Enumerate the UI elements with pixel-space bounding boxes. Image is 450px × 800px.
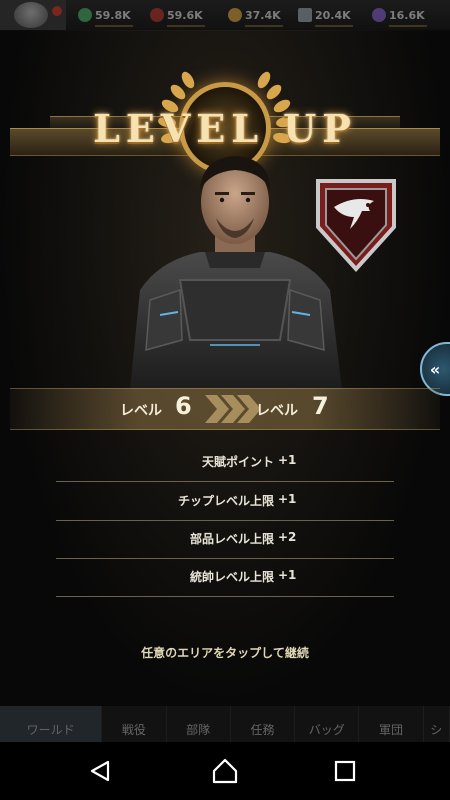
stat-value: +2 xyxy=(278,530,297,544)
stat-row: 天賦ポイント +1 xyxy=(56,443,394,482)
resource-oil[interactable]: 37.4K xyxy=(228,5,283,27)
double-chevron-left-icon: « xyxy=(429,359,441,379)
tap-to-continue-hint: 任意のエリアをタップして継続 xyxy=(141,646,309,660)
resource-alloy[interactable]: 16.6K xyxy=(372,5,427,27)
nav-legion[interactable]: 軍団 xyxy=(359,706,424,742)
resource-meat[interactable]: 59.6K xyxy=(150,5,205,27)
stat-name: 統帥レベル上限 xyxy=(189,570,274,584)
stat-value: +1 xyxy=(278,492,297,506)
nav-missions[interactable]: 任務 xyxy=(231,706,296,742)
green-crystal-icon xyxy=(78,8,92,22)
game-screen[interactable]: 59.8K 59.6K 37.4K 20.4K 16.6K LEVEL UP «… xyxy=(0,0,450,800)
resource-value: 59.8K xyxy=(95,8,131,22)
system-nav-bar xyxy=(0,742,450,800)
eagle-rank-badge-icon xyxy=(316,179,396,272)
avatar-portrait xyxy=(14,2,48,28)
stat-name: 部品レベル上限 xyxy=(189,532,274,546)
nav-world[interactable]: ワールド xyxy=(0,706,103,742)
player-avatar[interactable] xyxy=(0,0,66,30)
nav-more[interactable]: シ xyxy=(424,706,450,742)
level-change-strip: レベル 6 レベル 7 xyxy=(10,388,440,430)
to-level-value: 7 xyxy=(312,392,329,420)
nav-campaign[interactable]: 戦役 xyxy=(102,706,167,742)
red-meat-icon xyxy=(150,8,164,22)
resource-value: 20.4K xyxy=(315,8,351,22)
nav-troops[interactable]: 部隊 xyxy=(167,706,231,742)
stat-name: チップレベル上限 xyxy=(177,494,274,508)
home-icon[interactable] xyxy=(211,757,239,785)
from-level-value: 6 xyxy=(175,392,192,420)
stat-name: 天賦ポイント xyxy=(201,455,274,469)
resource-steel[interactable]: 20.4K xyxy=(298,5,353,27)
to-level-label: レベル xyxy=(256,403,298,419)
resource-value: 37.4K xyxy=(245,8,281,22)
resource-value: 59.6K xyxy=(167,8,203,22)
purple-cluster-icon xyxy=(372,8,386,22)
back-icon[interactable] xyxy=(88,759,112,783)
stat-value: +1 xyxy=(278,453,297,467)
notification-dot xyxy=(52,6,62,16)
gold-drop-icon xyxy=(228,8,242,22)
progression-chevrons-icon xyxy=(205,395,261,423)
bottom-nav: ワールド 戦役 部隊 任務 バッグ 軍団 シ xyxy=(0,706,450,742)
stat-row: 統帥レベル上限 +1 xyxy=(56,558,394,597)
nav-bag[interactable]: バッグ xyxy=(295,706,360,742)
from-level-label: レベル xyxy=(120,403,162,419)
resource-bar: 59.8K 59.6K 37.4K 20.4K 16.6K xyxy=(0,0,450,31)
stat-value: +1 xyxy=(278,568,297,582)
resource-value: 16.6K xyxy=(389,8,425,22)
resource-gem[interactable]: 59.8K xyxy=(78,5,133,27)
stat-row: チップレベル上限 +1 xyxy=(56,482,394,521)
stat-row: 部品レベル上限 +2 xyxy=(56,520,394,559)
recent-apps-icon[interactable] xyxy=(334,760,356,782)
steel-ingot-icon xyxy=(298,8,312,22)
